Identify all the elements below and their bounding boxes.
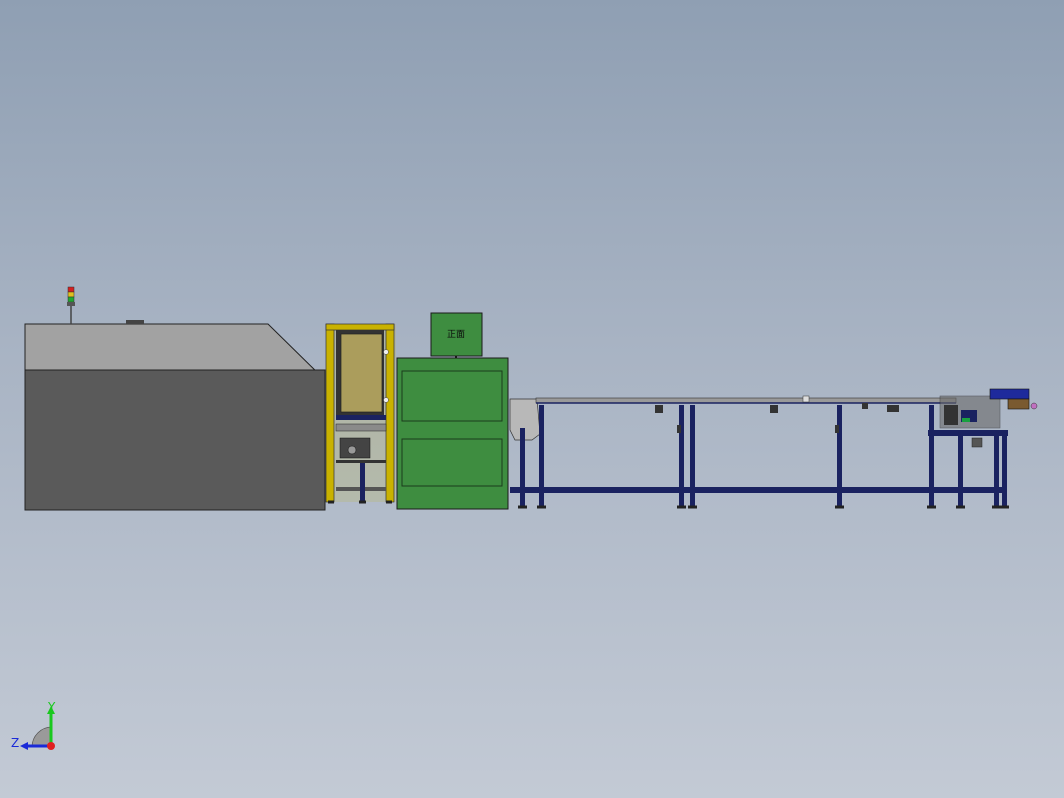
conveyor-line — [509, 395, 1009, 509]
orientation-triad[interactable]: Y Z — [11, 700, 56, 750]
y-axis-label: Y — [47, 700, 56, 714]
monitor-label: 正面 — [447, 329, 465, 340]
transfer-panel — [340, 333, 383, 413]
cad-model-viewport[interactable]: 正面 Y Z — [0, 0, 1064, 798]
control-cabinet — [396, 357, 509, 510]
x-axis-dot — [47, 742, 55, 750]
end-unit — [928, 388, 1038, 448]
hmi-monitor: 正面 — [430, 312, 483, 358]
z-axis-label: Z — [11, 736, 19, 750]
main-enclosure — [24, 320, 326, 511]
transfer-station-frame — [325, 323, 396, 504]
signal-tower — [67, 286, 75, 324]
